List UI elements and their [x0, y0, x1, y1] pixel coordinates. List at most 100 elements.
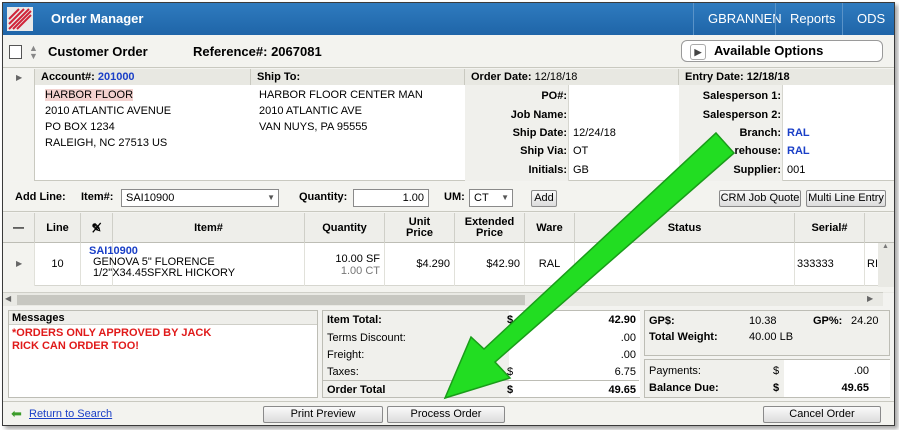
return-to-search-link[interactable]: Return to Search: [29, 408, 112, 420]
total-weight-label: Total Weight:: [649, 331, 718, 343]
order-total-label: Order Total: [327, 384, 386, 396]
job-name-label: Job Name:: [510, 109, 567, 121]
order-date-header: Order Date: 12/18/18: [465, 69, 679, 85]
um-label: UM:: [444, 191, 465, 203]
item-description-2: 1/2"X34.45SFXRL HICKORY: [93, 267, 236, 279]
taxes-label: Taxes:: [327, 366, 359, 378]
column-line[interactable]: Line: [35, 213, 81, 243]
supplier-label: Supplier:: [733, 164, 781, 176]
account-number-link[interactable]: 201000: [98, 71, 135, 83]
warehouse-label: rehouse:: [734, 145, 781, 157]
gp-label: GP$:: [649, 315, 675, 327]
row-serial: 333333: [795, 243, 865, 286]
scroll-thumb[interactable]: [17, 295, 525, 305]
multi-line-entry-button[interactable]: Multi Line Entry: [806, 190, 886, 207]
quantity-secondary: 1.00 CT: [340, 265, 380, 277]
reports-menu[interactable]: Reports: [775, 3, 850, 35]
document-icon[interactable]: [9, 45, 22, 59]
ship-to-address-1: 2010 ATLANTIC AVE: [259, 105, 362, 117]
column-serial[interactable]: Serial#: [795, 213, 865, 243]
order-total-currency: $: [507, 384, 514, 396]
item-total-label: Item Total:: [327, 314, 382, 326]
balance-due-label: Balance Due:: [649, 382, 719, 394]
column-unit-price[interactable]: Unit Price: [385, 213, 455, 243]
ship-via-value[interactable]: OT: [573, 145, 588, 157]
process-order-button[interactable]: Process Order: [387, 406, 505, 423]
ods-menu[interactable]: ODS: [842, 3, 894, 35]
account-address-2: PO BOX 1234: [45, 121, 115, 133]
expand-toggle[interactable]: ▶: [3, 69, 35, 181]
app-logo-icon: [7, 7, 33, 31]
no-edit-icon: ✎̸: [91, 220, 102, 235]
page-title: Customer Order: [48, 44, 148, 59]
reference-number: Reference#: 2067081: [193, 44, 322, 59]
grid-horizontal-scrollbar[interactable]: ◀ ▶: [3, 292, 883, 306]
account-name: HARBOR FLOOR: [45, 89, 134, 101]
um-select[interactable]: CT ▼: [469, 189, 513, 207]
order-manager-window: Order Manager GBRANNEN Reports ODS ▲ ▼ Cu…: [2, 2, 895, 426]
supplier-value[interactable]: 001: [787, 164, 805, 176]
ship-to-header: Ship To:: [251, 69, 465, 85]
cancel-order-button[interactable]: Cancel Order: [763, 406, 881, 423]
payments-currency: $: [773, 365, 780, 377]
column-extended-price[interactable]: Extended Price: [455, 213, 525, 243]
totals-panel: Item Total: $ 42.90 Terms Discount: .00 …: [322, 310, 640, 398]
row-extra: RI: [867, 258, 878, 270]
entry-date-header: Entry Date: 12/18/18: [679, 69, 894, 85]
table-row[interactable]: ▶ 10 SAI10900 GENOVA 5" FLORENCE 1/2"X34…: [3, 243, 894, 286]
column-quantity[interactable]: Quantity: [305, 213, 385, 243]
terms-discount-label: Terms Discount:: [327, 332, 406, 344]
row-quantity: 10.00 SF 1.00 CT: [305, 243, 385, 286]
column-collapse[interactable]: —: [3, 213, 35, 243]
initials-label: Initials:: [528, 164, 567, 176]
ship-to-address-2: VAN NUYS, PA 95555: [259, 121, 368, 133]
salesperson-2-label: Salesperson 2:: [702, 109, 781, 121]
branch-value[interactable]: RAL: [787, 127, 810, 139]
message-text: *ORDERS ONLY APPROVED BY JACK RICK CAN O…: [12, 327, 212, 352]
footer-bar: ⬅ Return to Search Print Preview Process…: [3, 401, 894, 425]
dropdown-arrow-icon: ▼: [267, 193, 275, 202]
row-line-number: 10: [35, 243, 81, 286]
column-item[interactable]: Item#: [113, 213, 305, 243]
payments-value: .00: [853, 365, 869, 377]
back-arrow-icon[interactable]: ⬅: [11, 406, 22, 422]
print-preview-button[interactable]: Print Preview: [263, 406, 383, 423]
scroll-left-icon[interactable]: ◀: [5, 294, 11, 303]
po-label: PO#:: [541, 90, 567, 102]
payments-label: Payments:: [649, 365, 701, 377]
column-ware[interactable]: Ware: [525, 213, 575, 243]
column-status[interactable]: Status: [575, 213, 795, 243]
add-line-bar: Add Line: Item#: SAI10900 ▼ Quantity: 1.0…: [3, 182, 894, 212]
item-input[interactable]: SAI10900 ▼: [121, 189, 279, 207]
quantity-input[interactable]: 1.00: [353, 189, 429, 207]
add-line-label: Add Line:: [15, 191, 66, 203]
order-header: ▲ ▼ Customer Order Reference#: 2067081 ▶ …: [3, 36, 894, 68]
item-label: Item#:: [81, 191, 114, 203]
quantity-label: Quantity:: [299, 191, 348, 203]
scroll-right-icon[interactable]: ▶: [867, 294, 873, 303]
order-details-panel: ▶ Account#: 201000 HARBOR FLOOR 2010 ATL…: [3, 69, 894, 181]
gp-panel: GP$: 10.38 GP%: 24.20 Total Weight: 40.0…: [644, 310, 890, 356]
item-total-currency: $: [507, 314, 514, 326]
app-title: Order Manager: [51, 11, 144, 26]
grid-vertical-scrollbar[interactable]: ▲: [878, 243, 894, 293]
total-weight-value: 40.00 LB: [749, 331, 794, 343]
balance-due-currency: $: [773, 382, 780, 394]
column-flag[interactable]: ✎̸: [81, 213, 113, 243]
sort-arrows-icon[interactable]: ▲ ▼: [29, 44, 38, 61]
ship-date-label: Ship Date:: [512, 127, 567, 139]
ship-date-value[interactable]: 12/24/18: [573, 127, 616, 139]
row-item: SAI10900 GENOVA 5" FLORENCE 1/2"X34.45SF…: [89, 243, 305, 286]
row-expand[interactable]: ▶: [3, 243, 35, 286]
warehouse-value[interactable]: RAL: [787, 145, 810, 157]
scroll-up-icon[interactable]: ▲: [882, 243, 889, 250]
account-header: Account#: 201000: [35, 69, 251, 85]
initials-value[interactable]: GB: [573, 164, 589, 176]
taxes-value: 6.75: [614, 366, 636, 378]
freight-value: .00: [620, 349, 636, 361]
add-button[interactable]: Add: [531, 190, 557, 207]
crm-job-quote-button[interactable]: CRM Job Quote: [719, 190, 801, 207]
gp-value: 10.38: [749, 315, 777, 327]
order-total-value: 49.65: [608, 384, 636, 396]
available-options-button[interactable]: ▶ Available Options: [681, 40, 883, 62]
